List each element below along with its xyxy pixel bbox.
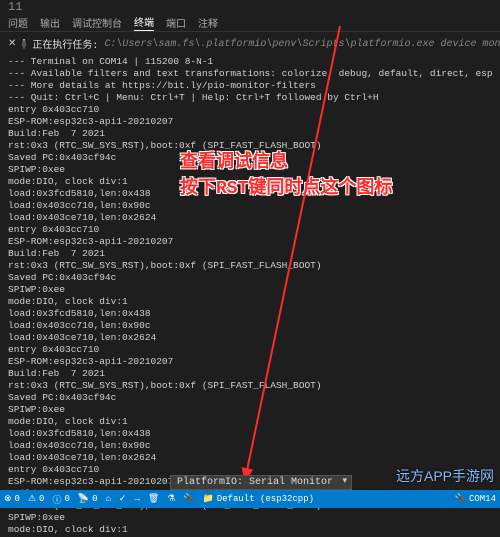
- terminal-line: load:0x403ce710,len:0x2624: [8, 212, 492, 224]
- error-count: 0: [15, 494, 20, 504]
- terminal-line: Build:Feb 7 2021: [8, 248, 492, 260]
- terminal-line: entry 0x403cc710: [8, 224, 492, 236]
- port-plug-icon: 🔌: [455, 494, 466, 504]
- terminal-line: load:0x3fcd5810,len:0x438: [8, 308, 492, 320]
- panel-tabs: 问题 输出 调试控制台 终端 端口 注释: [0, 14, 500, 32]
- terminal-line: SPIWP:0xee: [8, 512, 492, 524]
- terminal-line: rst:0x3 (RTC_SW_SYS_RST),boot:0xf (SPI_F…: [8, 140, 492, 152]
- error-icon: ⊗: [4, 494, 12, 504]
- terminal-line: SPIWP:0xee: [8, 284, 492, 296]
- status-home[interactable]: ⌂: [105, 494, 110, 504]
- tab-output[interactable]: 输出: [40, 15, 60, 31]
- terminal-line: --- Quit: Ctrl+C | Menu: Ctrl+T | Help: …: [8, 92, 492, 104]
- check-icon: ✓: [119, 494, 127, 504]
- status-port[interactable]: 🔌 COM14: [455, 494, 496, 504]
- terminal-line: Build:Feb 7 2021: [8, 368, 492, 380]
- terminal-line: SPIWP:0xee: [8, 164, 492, 176]
- plug-icon: 🔌: [183, 494, 194, 504]
- terminal-line: --- Available filters and text transform…: [8, 68, 492, 80]
- terminal-line: rst:0x3 (RTC_SW_SYS_RST),boot:0xf (SPI_F…: [8, 260, 492, 272]
- top-id-label: 11: [0, 0, 500, 14]
- terminal-line: entry 0x403cc710: [8, 344, 492, 356]
- status-warnings[interactable]: ⚠ 0: [28, 494, 44, 504]
- task-command-text: C:\Users\sam.fs\.platformio\penv\Scripts…: [104, 39, 500, 50]
- beaker-icon: ⚗: [167, 494, 175, 504]
- tab-ports[interactable]: 端口: [166, 15, 186, 31]
- terminal-line: mode:DIO, clock div:1: [8, 524, 492, 536]
- terminal-selector-bar: PlatformIO: Serial Monitor: [0, 474, 500, 490]
- terminal-line: ESP-ROM:esp32c3-api1-20210207: [8, 356, 492, 368]
- tab-terminal[interactable]: 终端: [134, 14, 154, 31]
- terminal-line: load:0x3fcd5810,len:0x438: [8, 428, 492, 440]
- task-running-line: ✕ 正在执行任务: C:\Users\sam.fs\.platformio\pe…: [0, 32, 500, 54]
- status-build[interactable]: ✓: [119, 494, 127, 504]
- warning-count: 0: [39, 494, 44, 504]
- tab-comments[interactable]: 注释: [198, 15, 218, 31]
- terminal-line: ESP-ROM:esp32c3-api1-20210207: [8, 116, 492, 128]
- status-env[interactable]: 📁 Default (esp32cpp): [203, 494, 314, 504]
- status-monitor[interactable]: 🔌: [183, 494, 194, 504]
- task-spinner-icon: [22, 39, 26, 49]
- tab-debug-console[interactable]: 调试控制台: [72, 15, 122, 31]
- terminal-line: mode:DIO, clock div:1: [8, 416, 492, 428]
- task-running-label: 正在执行任务:: [32, 36, 98, 52]
- terminal-line: Saved PC:0x403cf94c: [8, 152, 492, 164]
- status-info[interactable]: ⓘ 0: [52, 493, 69, 506]
- status-radio[interactable]: 📡 0: [78, 494, 98, 504]
- terminal-line: rst:0x3 (RTC_SW_SYS_RST),boot:0xf (SPI_F…: [8, 380, 492, 392]
- radio-count: 0: [92, 494, 97, 504]
- info-count: 0: [64, 494, 69, 504]
- status-clean[interactable]: 🗑: [148, 494, 159, 504]
- terminal-line: mode:DIO, clock div:1: [8, 296, 492, 308]
- home-icon: ⌂: [105, 494, 110, 504]
- folder-icon: 📁: [203, 494, 214, 504]
- terminal-line: load:0x3fcd5810,len:0x438: [8, 188, 492, 200]
- terminal-line: load:0x403cc710,len:0x90c: [8, 440, 492, 452]
- terminal-line: Saved PC:0x403cf94c: [8, 272, 492, 284]
- terminal-selector-dropdown[interactable]: PlatformIO: Serial Monitor: [170, 475, 352, 490]
- terminal-line: --- Terminal on COM14 | 115200 8-N-1: [8, 56, 492, 68]
- terminal-line: load:0x403cc710,len:0x90c: [8, 200, 492, 212]
- warning-icon: ⚠: [28, 494, 36, 504]
- terminal-line: load:0x403ce710,len:0x2624: [8, 452, 492, 464]
- trash-icon: 🗑: [148, 494, 159, 504]
- terminal-line: entry 0x403cc710: [8, 104, 492, 116]
- terminal-line: mode:DIO, clock div:1: [8, 176, 492, 188]
- terminal-line: Saved PC:0x403cf94c: [8, 392, 492, 404]
- arrow-right-icon: →: [134, 494, 139, 504]
- terminal-line: Build:Feb 7 2021: [8, 128, 492, 140]
- terminal-line: load:0x403cc710,len:0x90c: [8, 320, 492, 332]
- tab-problems[interactable]: 问题: [8, 15, 28, 31]
- task-close-icon[interactable]: ✕: [8, 38, 16, 50]
- terminal-line: load:0x403ce710,len:0x2624: [8, 332, 492, 344]
- status-test[interactable]: ⚗: [167, 494, 175, 504]
- terminal-line: --- More details at https://bit.ly/pio-m…: [8, 80, 492, 92]
- info-icon: ⓘ: [52, 493, 61, 506]
- status-errors[interactable]: ⊗ 0: [4, 494, 20, 504]
- terminal-line: ESP-ROM:esp32c3-api1-20210207: [8, 236, 492, 248]
- env-label: Default (esp32cpp): [217, 494, 314, 504]
- port-label: COM14: [469, 494, 496, 504]
- radio-icon: 📡: [78, 494, 89, 504]
- terminal-output[interactable]: --- Terminal on COM14 | 115200 8-N-1--- …: [0, 54, 500, 537]
- status-upload[interactable]: →: [134, 494, 139, 504]
- terminal-line: SPIWP:0xee: [8, 404, 492, 416]
- status-bar: ⊗ 0 ⚠ 0 ⓘ 0 📡 0 ⌂ ✓ → 🗑 ⚗ 🔌 📁 Default (e…: [0, 490, 500, 508]
